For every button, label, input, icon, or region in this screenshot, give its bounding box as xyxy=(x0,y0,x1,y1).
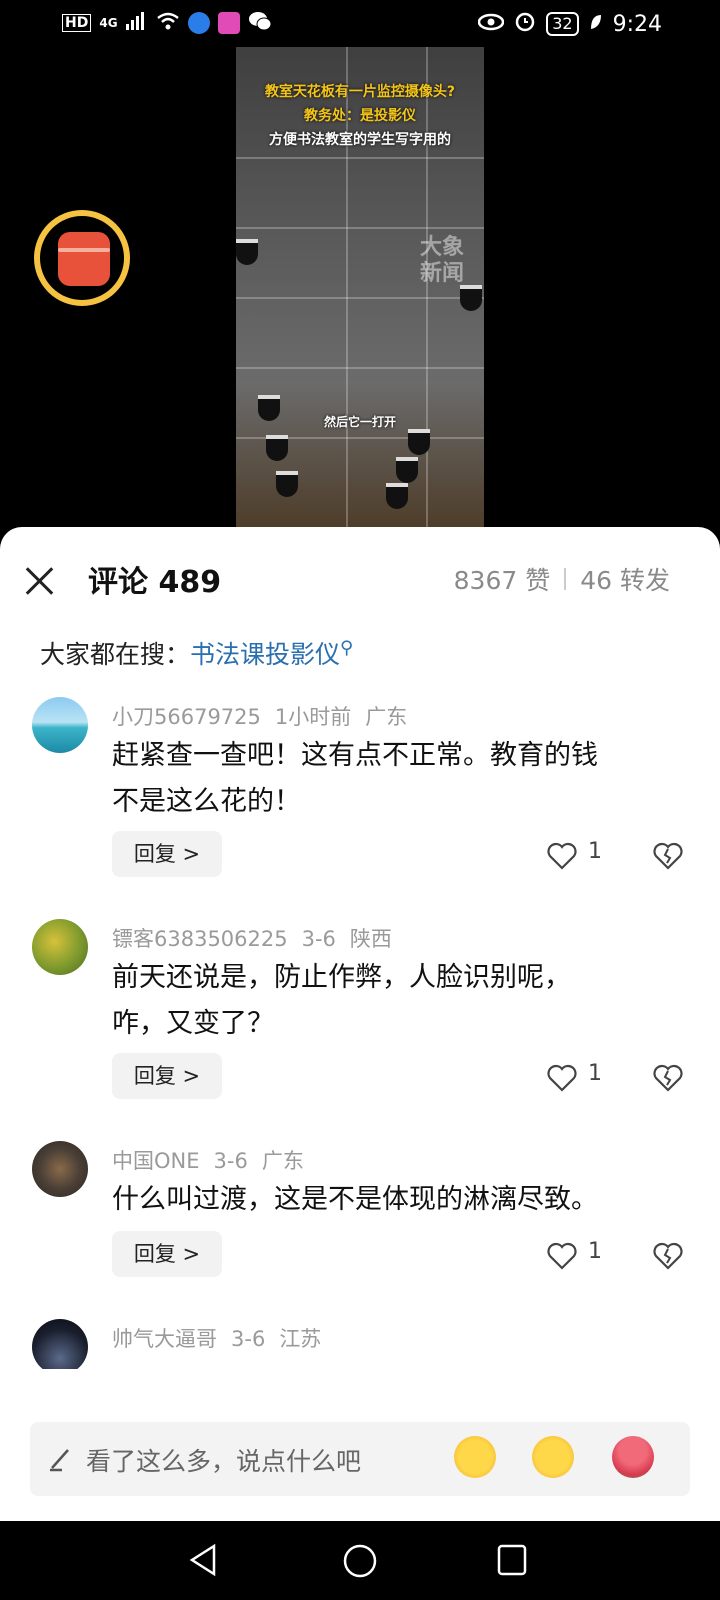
red-packet-icon[interactable] xyxy=(58,232,110,286)
hot-search-label: 大家都在搜： xyxy=(40,640,191,669)
video-caption-line3: 方便书法教室的学生写字用的 xyxy=(269,132,451,148)
like-count: 1 xyxy=(588,1239,602,1264)
comment-text-line: 咋，又变了？ xyxy=(112,1008,274,1039)
comment-text-line: 不是这么花的！ xyxy=(112,786,301,817)
comment-input-placeholder[interactable]: 看了这么多，说点什么吧 xyxy=(86,1442,361,1478)
comments-sheet: 评论 489 8367 赞 46 转发 大家都在搜：书法课投影仪⚲ 小刀5667… xyxy=(0,527,720,1521)
avatar[interactable] xyxy=(32,697,88,753)
pen-icon xyxy=(48,1446,74,1472)
comment-text-line: 赶紧查一查吧！这有点不正常。教育的钱 xyxy=(112,740,598,771)
comment-location: 广东 xyxy=(261,1149,304,1173)
wechat-icon xyxy=(248,10,272,36)
broken-heart-icon[interactable] xyxy=(652,841,684,871)
comment-location: 广东 xyxy=(365,705,408,729)
video-caption-line2: 教务处：是投影仪 xyxy=(304,108,416,124)
back-icon[interactable] xyxy=(188,1543,220,1581)
comment-input-bar[interactable]: 看了这么多，说点什么吧 xyxy=(30,1422,690,1496)
sheet-stats: 8367 赞 46 转发 xyxy=(454,561,670,597)
ceiling-line xyxy=(236,227,484,229)
rose-emoji-icon[interactable] xyxy=(612,1436,654,1478)
comments-title: 评论 489 xyxy=(88,565,222,600)
wifi-icon xyxy=(156,12,180,34)
video-app-icon xyxy=(217,12,240,34)
camera-icon xyxy=(266,435,288,461)
broken-heart-icon[interactable] xyxy=(652,1063,684,1093)
comment-user[interactable]: 帅气大逼哥 xyxy=(112,1327,217,1351)
close-icon[interactable] xyxy=(24,565,56,597)
like-count: 1 xyxy=(588,839,602,864)
comment-location: 陕西 xyxy=(349,927,392,951)
camera-icon xyxy=(396,457,418,483)
comment-time: 1小时前 xyxy=(274,705,352,729)
search-icon[interactable]: ⚲ xyxy=(340,638,353,659)
alarm-icon xyxy=(514,10,536,38)
camera-icon xyxy=(276,471,298,497)
laughing-emoji-icon[interactable] xyxy=(454,1436,496,1478)
video-player[interactable]: 教室天花板有一片监控摄像头? 教务处：是投影仪 方便书法教室的学生写字用的 大象… xyxy=(236,47,484,527)
hot-search: 大家都在搜：书法课投影仪⚲ xyxy=(40,635,353,671)
comment-time: 3-6 xyxy=(231,1327,266,1351)
camera-icon xyxy=(460,285,482,311)
comment-meta: 镖客6383506225 3-6 陕西 xyxy=(112,923,392,953)
network-gen-label: 4G xyxy=(99,16,118,30)
reply-button[interactable]: 回复 > xyxy=(112,1231,222,1277)
comment-text-line: 前天还说是，防止作弊，人脸识别呢， xyxy=(112,962,571,993)
camera-icon xyxy=(236,239,258,265)
recent-apps-icon[interactable] xyxy=(496,1543,528,1581)
ceiling-line xyxy=(236,157,484,159)
broken-heart-icon[interactable] xyxy=(652,1241,684,1271)
leaf-icon xyxy=(589,12,603,37)
likes-count: 8367 赞 xyxy=(453,566,551,595)
network-hd-label: HD xyxy=(62,14,92,32)
heart-icon[interactable] xyxy=(546,1241,578,1271)
reply-button[interactable]: 回复 > xyxy=(112,831,222,877)
avatar[interactable] xyxy=(32,1141,88,1197)
eye-icon xyxy=(477,12,505,37)
comment-location: 江苏 xyxy=(279,1327,322,1351)
ceiling-line xyxy=(236,297,484,299)
comment-user[interactable]: 中国ONE xyxy=(112,1149,200,1173)
comment-user[interactable]: 镖客6383506225 xyxy=(112,927,288,951)
comment-time: 3-6 xyxy=(301,927,336,951)
comment-meta: 小刀56679725 1小时前 广东 xyxy=(112,701,407,731)
comment-meta: 帅气大逼哥 3-6 江苏 xyxy=(112,1323,321,1353)
comment-user[interactable]: 小刀56679725 xyxy=(112,705,261,729)
comment-text: 赶紧查一查吧！这有点不正常。教育的钱 不是这么花的！ xyxy=(112,733,692,825)
avatar[interactable] xyxy=(32,1319,88,1369)
video-watermark: 大象新闻 xyxy=(419,235,464,286)
video-caption-line1: 教室天花板有一片监控摄像头? xyxy=(264,84,456,100)
video-subtitle: 然后它一打开 xyxy=(323,415,396,429)
signal-icon xyxy=(125,12,148,34)
heart-icon[interactable] xyxy=(546,841,578,871)
system-nav-bar xyxy=(0,1521,720,1600)
status-right: 32 9:24 xyxy=(477,10,662,38)
reply-button[interactable]: 回复 > xyxy=(112,1053,222,1099)
shares-count: 46 转发 xyxy=(580,566,670,595)
battery-indicator: 32 xyxy=(546,12,579,36)
avatar[interactable] xyxy=(32,919,88,975)
heart-icon[interactable] xyxy=(546,1063,578,1093)
stat-divider xyxy=(564,568,567,590)
camera-icon xyxy=(386,483,408,509)
like-count: 1 xyxy=(588,1061,602,1086)
camera-icon xyxy=(408,429,430,455)
comment-text: 前天还说是，防止作弊，人脸识别呢， 咋，又变了？ xyxy=(112,955,692,1047)
comment-text-line: 什么叫过渡，这是不是体现的淋漓尽致。 xyxy=(112,1184,598,1215)
grinning-emoji-icon[interactable] xyxy=(532,1436,574,1478)
ceiling-line xyxy=(236,367,484,369)
clock-time: 9:24 xyxy=(612,11,662,37)
status-bar: HD 4G 32 9:24 xyxy=(0,0,720,48)
comment-meta: 中国ONE 3-6 广东 xyxy=(112,1145,304,1175)
status-left: HD 4G xyxy=(62,10,272,36)
comment-item: 帅气大逼哥 3-6 江苏 xyxy=(0,1317,720,1369)
browser-app-icon xyxy=(187,12,210,34)
comment-time: 3-6 xyxy=(213,1149,248,1173)
comment-text: 什么叫过渡，这是不是体现的淋漓尽致。 xyxy=(112,1177,692,1223)
hot-search-link[interactable]: 书法课投影仪 xyxy=(190,640,340,669)
home-icon[interactable] xyxy=(342,1543,378,1583)
